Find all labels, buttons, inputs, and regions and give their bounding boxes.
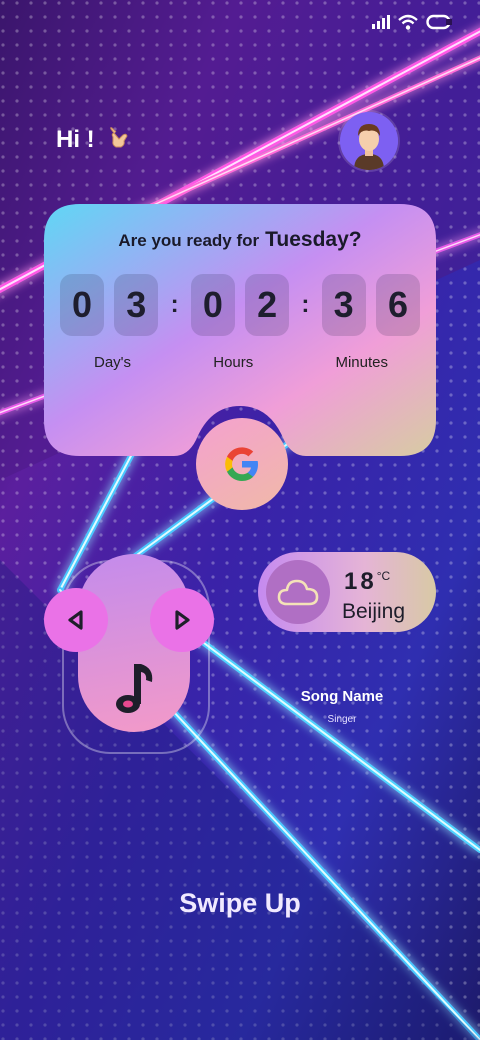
unit-hours: Hours [213,354,254,371]
digit-minute-ones: 6 [375,274,420,336]
previous-button[interactable] [44,588,108,652]
temperature-value: 18 [344,568,377,595]
weather-city: Beijing [342,600,406,623]
music-note-icon [116,664,153,713]
digit-hour-ones: 2 [245,274,290,336]
wifi-icon [398,14,418,30]
avatar-image [340,112,398,170]
weather-temperature: 18°C [344,568,390,596]
unit-minutes: Minutes [335,354,388,371]
countdown-title: Are you ready for Tuesday? [44,228,436,252]
weather-icon-circle [266,560,330,624]
swipe-up-label[interactable]: Swipe Up [0,888,480,919]
greeting-text: Hi ! [56,126,95,153]
google-button[interactable] [196,418,288,510]
signal-icon [372,15,390,29]
separator: : [170,291,179,318]
google-icon [225,447,258,481]
avatar[interactable] [340,112,398,170]
shaka-hand-icon [109,127,128,148]
next-icon [175,610,190,630]
digit-day-tens: 0 [60,274,104,336]
song-name: Song Name [300,688,384,705]
cloud-icon [277,579,319,606]
digit-minute-tens: 3 [321,274,366,336]
separator: : [301,291,310,318]
previous-icon [68,610,83,630]
singer-name: Singer [327,714,357,725]
temperature-unit: °C [376,569,391,583]
countdown-day: Tuesday? [265,228,362,251]
greeting: Hi ! [56,126,133,154]
next-button[interactable] [150,588,214,652]
unit-days: Day's [94,354,132,371]
wallpaper-background [0,0,480,1040]
countdown-prompt: Are you ready for [118,231,260,250]
status-bar [372,14,452,30]
battery-icon [426,14,452,30]
countdown-units: Day's Hours Minutes [44,354,436,371]
digit-day-ones: 3 [114,274,159,336]
countdown-digits: 0 3 : 0 2 : 3 6 [60,274,420,336]
weather-widget[interactable]: 18°C Beijing [258,552,436,632]
digit-hour-tens: 0 [190,274,235,336]
